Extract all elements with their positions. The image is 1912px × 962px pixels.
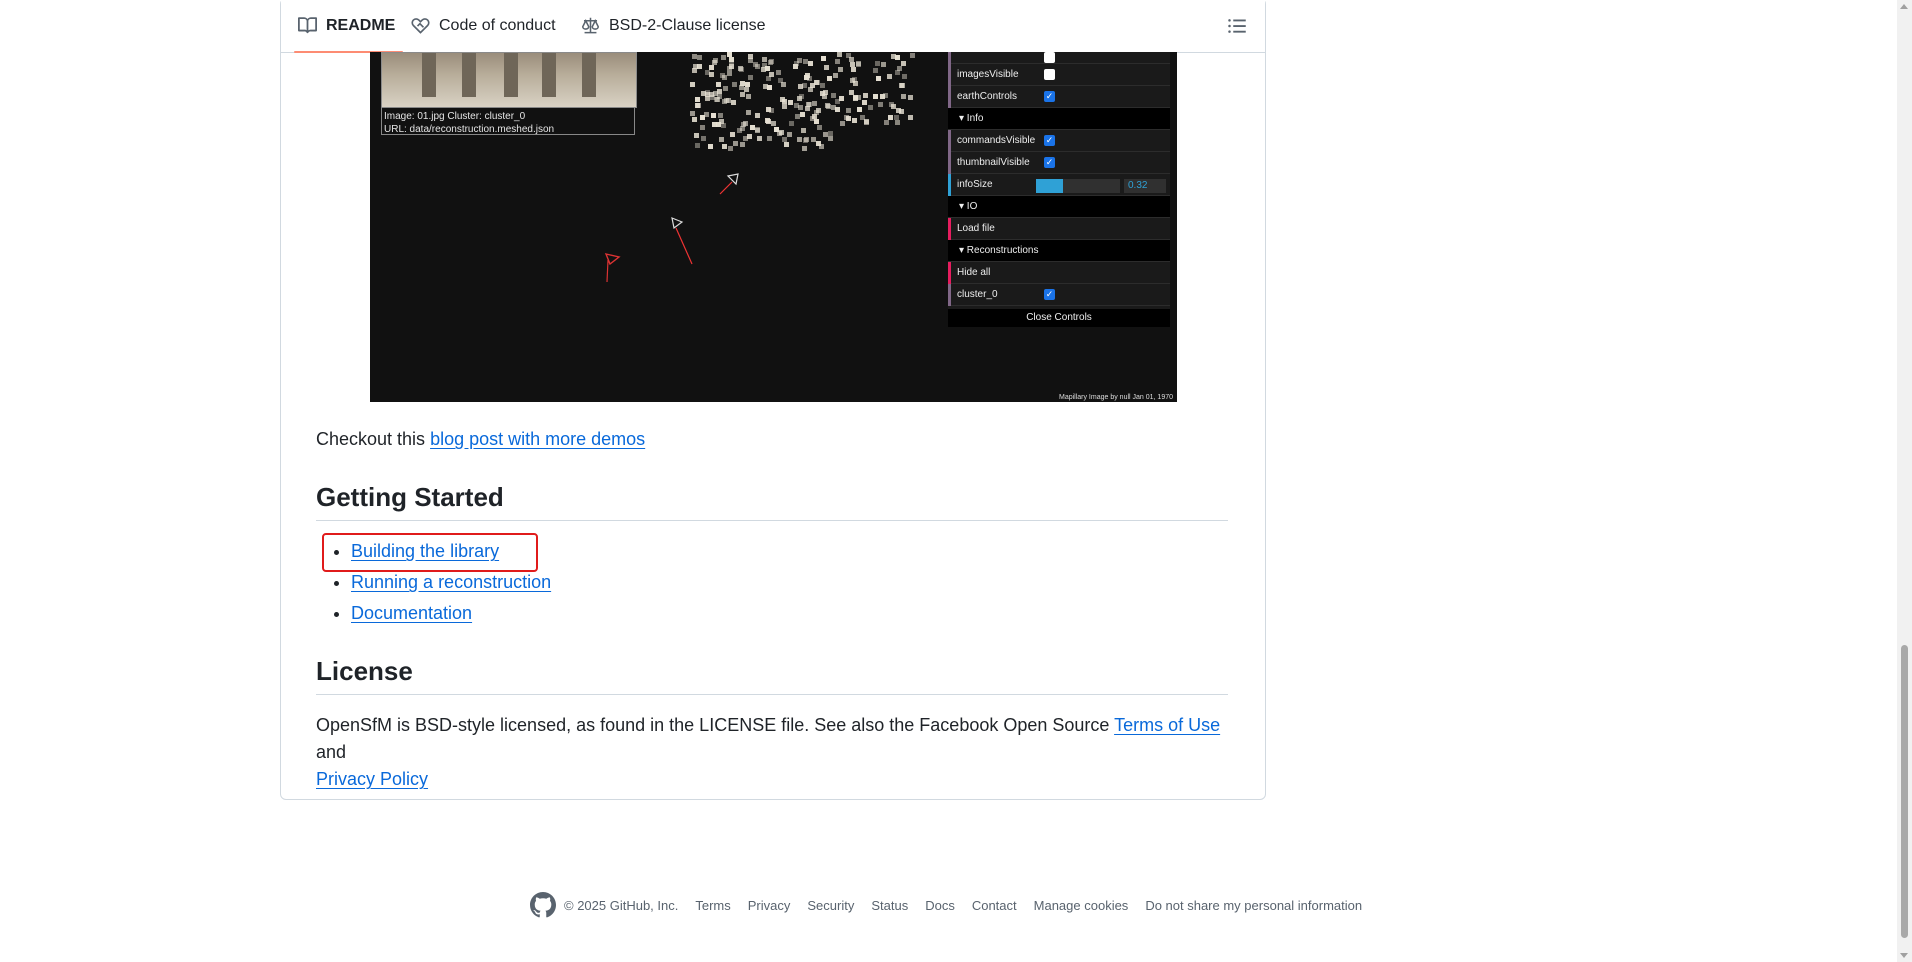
tab-readme[interactable]: README [293, 0, 404, 53]
blog-post-link[interactable]: blog post with more demos [430, 429, 645, 449]
tab-label: BSD-2-Clause license [609, 16, 766, 34]
checkbox[interactable] [1044, 69, 1055, 80]
checkbox[interactable]: ✓ [1044, 289, 1055, 300]
footer-link-manage-cookies[interactable]: Manage cookies [1034, 898, 1129, 913]
footer-link-security[interactable]: Security [807, 898, 854, 913]
control-thumbnail-visible[interactable]: thumbnailVisible ✓ [948, 152, 1170, 174]
divider [316, 694, 1228, 695]
control-info-size[interactable]: infoSize 0.32 [948, 174, 1170, 196]
tab-license[interactable]: BSD-2-Clause license [581, 0, 766, 52]
book-icon [298, 17, 317, 34]
tab-label: README [326, 16, 396, 34]
checkout-paragraph: Checkout this blog post with more demos [316, 429, 646, 449]
footer-link-contact[interactable]: Contact [972, 898, 1017, 913]
checkbox[interactable]: ✓ [1044, 157, 1055, 168]
info-size-slider[interactable] [1036, 179, 1120, 193]
page-scrollbar[interactable] [1897, 0, 1912, 962]
map-attribution: Mapillary Image by null Jan 01, 1970 [1058, 394, 1173, 401]
tab-code-of-conduct[interactable]: Code of conduct [411, 0, 556, 52]
close-controls-button[interactable]: Close Controls [948, 309, 1170, 327]
folder-io[interactable]: ▾ IO [948, 196, 1170, 218]
control-commands-visible[interactable]: commandsVisible ✓ [948, 130, 1170, 152]
divider [316, 520, 1228, 521]
site-footer: © 2025 GitHub, Inc. Terms Privacy Securi… [530, 891, 1379, 919]
scroll-down-arrow-icon[interactable] [1900, 953, 1908, 958]
footer-link-terms[interactable]: Terms [695, 898, 730, 913]
control-load-file[interactable]: Load file [948, 218, 1170, 240]
footer-link-status[interactable]: Status [871, 898, 908, 913]
terms-of-use-link[interactable]: Terms of Use [1114, 715, 1220, 735]
control-images-visible[interactable]: imagesVisible [948, 64, 1170, 86]
viewer-screenshot: Image: 01.jpg Cluster: cluster_0 URL: da… [370, 52, 1177, 402]
getting-started-heading: Getting Started [316, 482, 504, 512]
control-earth-controls[interactable]: earthControls ✓ [948, 86, 1170, 108]
github-logo-icon[interactable] [530, 892, 556, 918]
list-item: Documentation [351, 598, 1228, 629]
folder-info[interactable]: ▾ Info [948, 108, 1170, 130]
info-size-value[interactable]: 0.32 [1124, 179, 1166, 193]
scrollbar-thumb[interactable] [1901, 645, 1908, 938]
copyright: © 2025 GitHub, Inc. [564, 897, 679, 913]
readme-tabbar: README Code of conduct BSD-2-Clause lice… [281, 0, 1265, 53]
checkbox[interactable]: ✓ [1044, 91, 1055, 102]
scroll-up-arrow-icon[interactable] [1900, 4, 1908, 9]
footer-link-privacy[interactable]: Privacy [748, 898, 791, 913]
privacy-policy-link[interactable]: Privacy Policy [316, 769, 428, 789]
license-paragraph: OpenSfM is BSD-style licensed, as found … [316, 715, 1221, 789]
heart-handshake-icon [411, 18, 430, 34]
running-reconstruction-link[interactable]: Running a reconstruction [351, 572, 551, 592]
scale-icon [582, 17, 599, 34]
folder-reconstructions[interactable]: ▾ Reconstructions [948, 240, 1170, 262]
footer-link-docs[interactable]: Docs [925, 898, 955, 913]
control-hide-all[interactable]: Hide all [948, 262, 1170, 284]
tab-label: Code of conduct [439, 16, 556, 34]
highlight-box [322, 533, 538, 572]
checkbox[interactable]: ✓ [1044, 135, 1055, 146]
controls-panel: imagesVisible earthControls ✓ ▾ Info comm… [948, 52, 1170, 327]
license-heading: License [316, 656, 413, 686]
footer-link-do-not-share[interactable]: Do not share my personal information [1145, 898, 1362, 913]
control-cluster[interactable]: cluster_0 ✓ [948, 284, 1170, 306]
table-of-contents-icon[interactable] [1227, 16, 1247, 36]
documentation-link[interactable]: Documentation [351, 603, 472, 623]
